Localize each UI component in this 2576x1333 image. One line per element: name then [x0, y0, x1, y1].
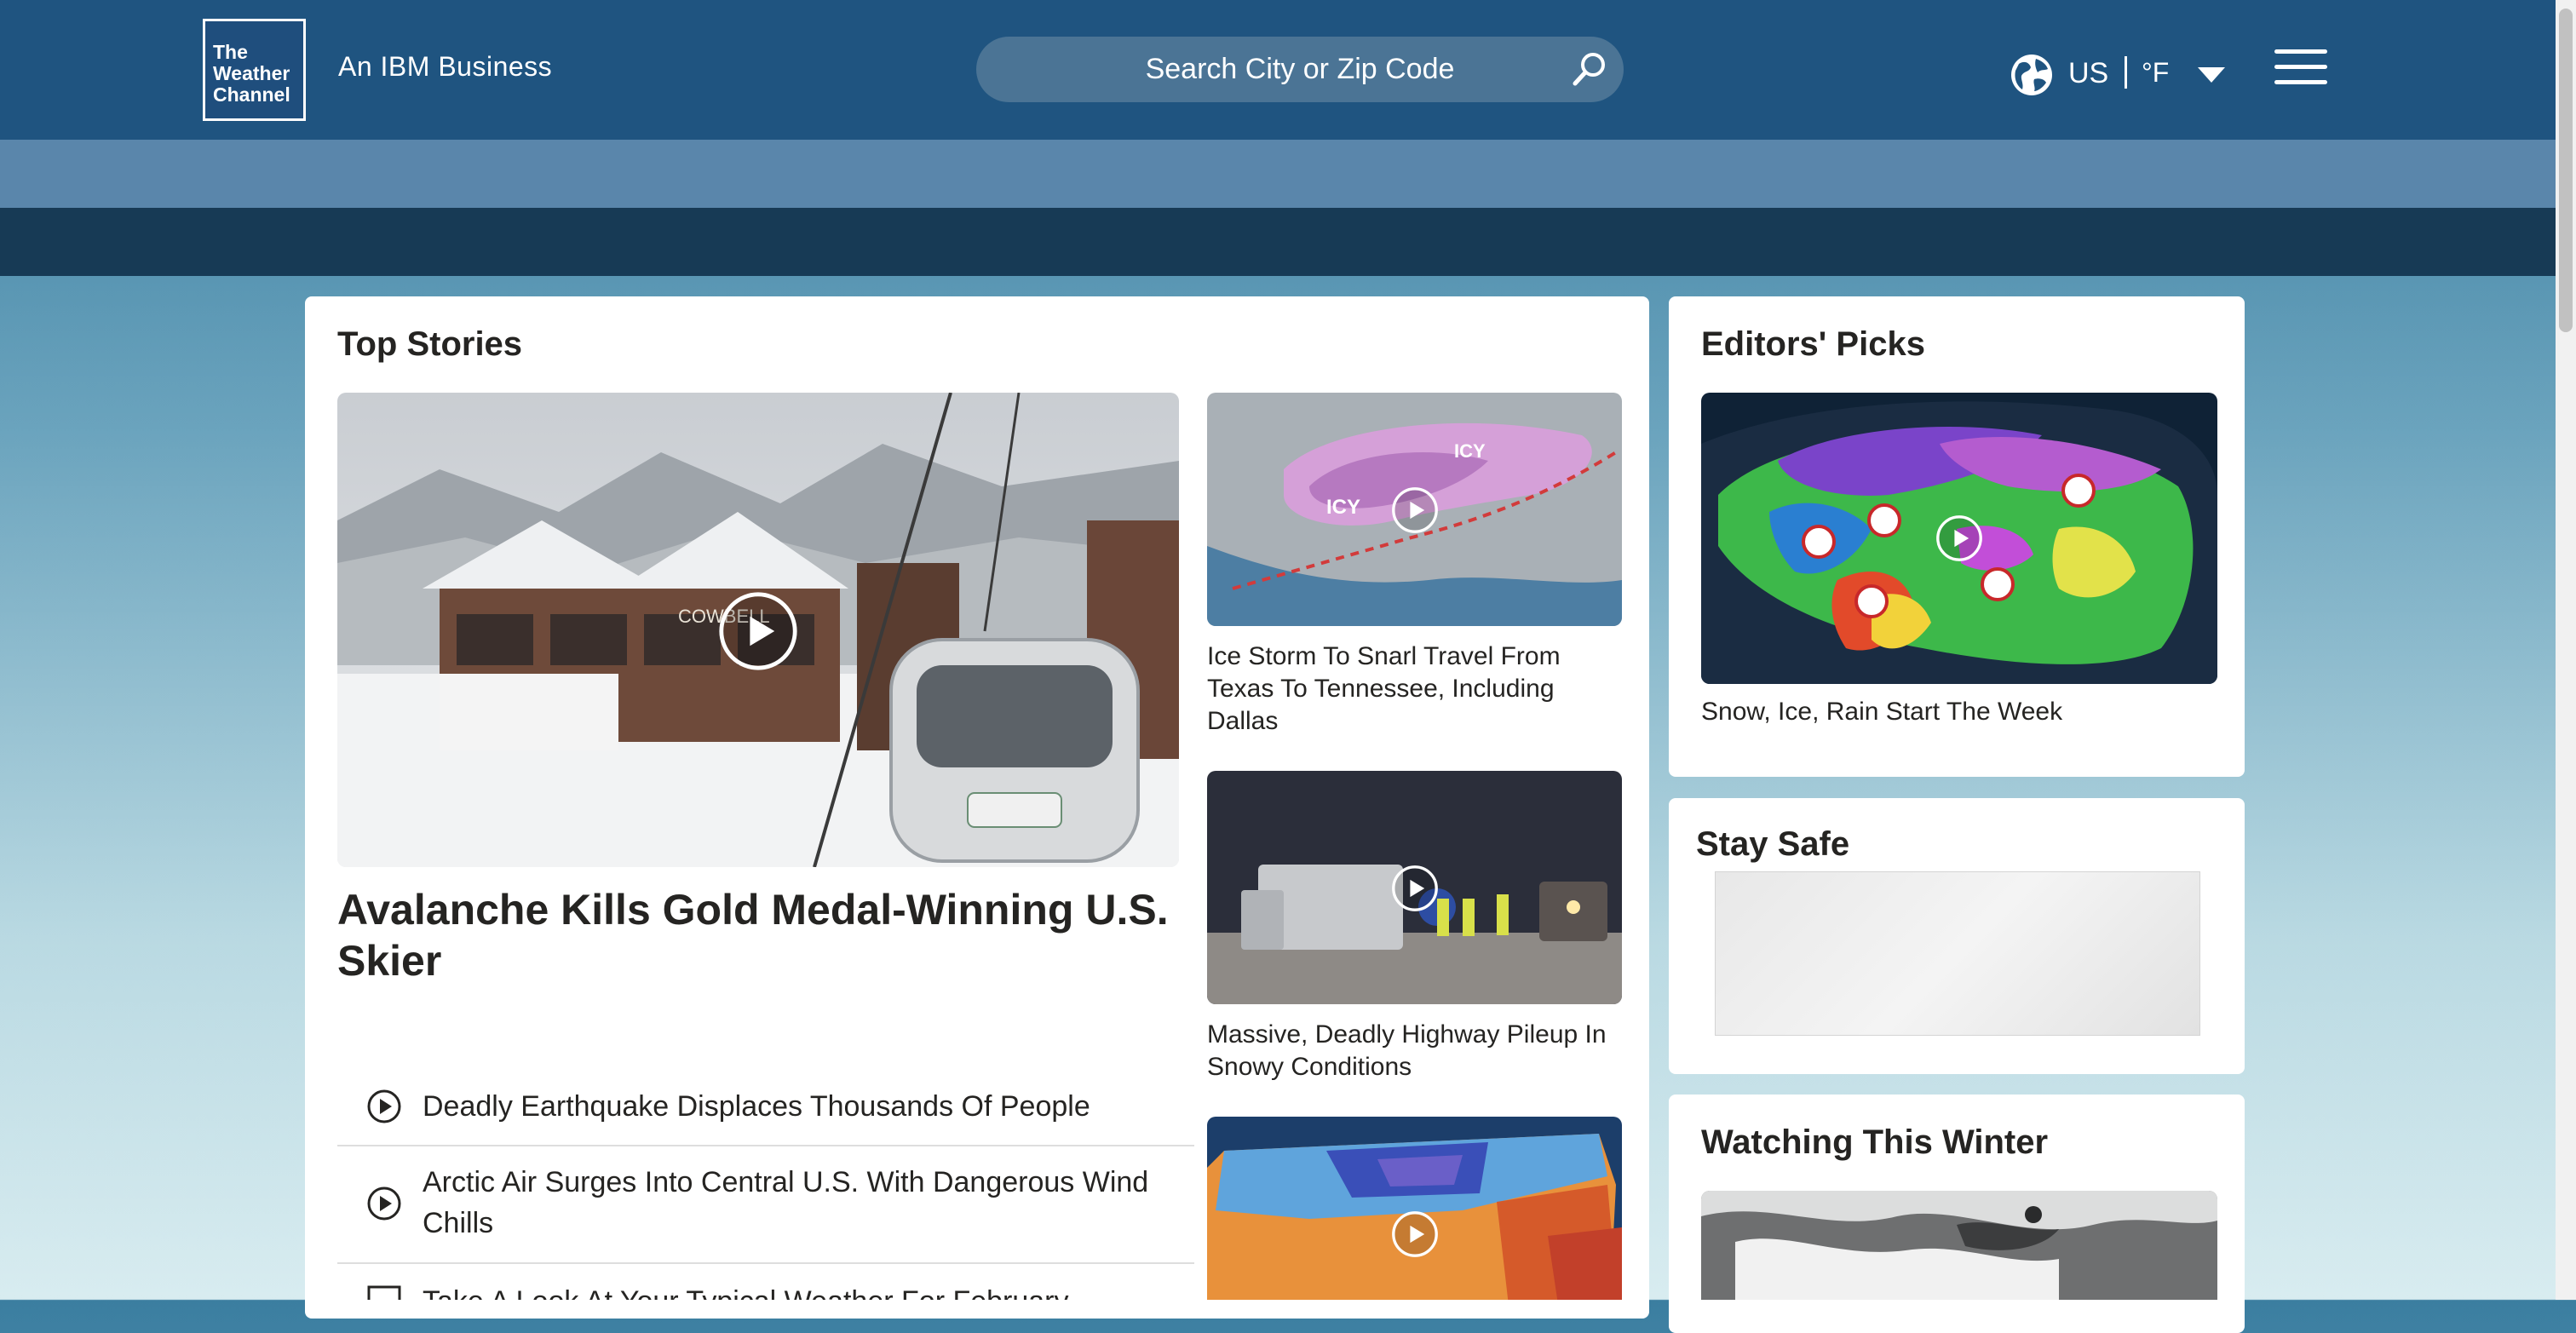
list-item-text: Take A Look At Your Typical Weather For … — [423, 1281, 1189, 1300]
list-item-text: Deadly Earthquake Displaces Thousands Of… — [423, 1090, 1090, 1123]
snowy-terrain-image — [1701, 1191, 2217, 1300]
scrollbar-thumb[interactable] — [2559, 9, 2573, 332]
play-circle-icon[interactable] — [717, 590, 799, 672]
locale-unit: °F — [2142, 57, 2170, 88]
stay-safe-placeholder-image — [1715, 871, 2200, 1036]
logo-line-2: Weather — [213, 62, 290, 84]
watching-winter-title: Watching This Winter — [1701, 1123, 2049, 1161]
side-story-image-2[interactable] — [1207, 771, 1622, 1004]
locale-country: US — [2068, 57, 2109, 89]
us-outlook-map-image — [1207, 1117, 1622, 1300]
chevron-down-icon[interactable] — [2196, 65, 2227, 85]
secondary-nav-bar — [0, 140, 2556, 208]
page-scrollbar[interactable] — [2556, 0, 2576, 1300]
side-story-image-3[interactable] — [1207, 1117, 1622, 1300]
menu-line — [2274, 65, 2327, 69]
feature-story-image[interactable]: COWBELL — [337, 393, 1179, 867]
side-story-caption-2[interactable]: Massive, Deadly Highway Pileup In Snowy … — [1207, 1019, 1622, 1083]
weather-channel-logo[interactable]: The Weather Channel — [203, 19, 306, 121]
ibm-tagline: An IBM Business — [338, 51, 553, 82]
locale-divider — [2125, 56, 2127, 89]
search-icon[interactable] — [1571, 50, 1608, 88]
map-label-icy-1: ICY — [1326, 496, 1360, 519]
search-input[interactable] — [976, 37, 1624, 102]
play-circle-icon[interactable] — [1935, 514, 1983, 562]
site-header: The Weather Channel An IBM Business US °… — [0, 0, 2556, 140]
hamburger-menu-icon[interactable] — [2274, 49, 2327, 89]
logo-line-3: Channel — [213, 83, 290, 106]
watching-winter-image[interactable] — [1701, 1191, 2217, 1300]
list-item[interactable]: Arctic Air Surges Into Central U.S. With… — [337, 1146, 1194, 1264]
article-icon — [367, 1285, 401, 1300]
menu-line — [2274, 49, 2327, 54]
logo-line-1: The — [213, 41, 248, 63]
side-story-image-1[interactable]: ICY ICY — [1207, 393, 1622, 626]
globe-icon — [2011, 55, 2052, 95]
editors-pick-caption[interactable]: Snow, Ice, Rain Start The Week — [1701, 696, 2217, 728]
play-circle-icon — [367, 1089, 401, 1123]
side-story-caption-1[interactable]: Ice Storm To Snarl Travel From Texas To … — [1207, 641, 1622, 738]
list-item[interactable]: Take A Look At Your Typical Weather For … — [337, 1264, 1194, 1300]
list-item-text: Arctic Air Surges Into Central U.S. With… — [423, 1166, 1149, 1239]
editors-pick-image[interactable] — [1701, 393, 2217, 684]
stay-safe-title: Stay Safe — [1696, 825, 1850, 863]
editors-picks-title: Editors' Picks — [1701, 325, 1925, 363]
play-circle-icon[interactable] — [1391, 865, 1439, 912]
map-label-icy-2: ICY — [1454, 440, 1486, 462]
play-circle-icon[interactable] — [1391, 1210, 1439, 1258]
play-circle-icon[interactable] — [1391, 486, 1439, 534]
top-stories-title: Top Stories — [337, 325, 523, 363]
menu-line — [2274, 80, 2327, 84]
search-bar[interactable] — [976, 37, 1624, 102]
tertiary-nav-bar — [0, 208, 2556, 276]
list-item[interactable]: Deadly Earthquake Displaces Thousands Of… — [337, 1070, 1194, 1146]
play-circle-icon — [367, 1186, 401, 1221]
feature-story-headline[interactable]: Avalanche Kills Gold Medal-Winning U.S. … — [337, 884, 1181, 986]
